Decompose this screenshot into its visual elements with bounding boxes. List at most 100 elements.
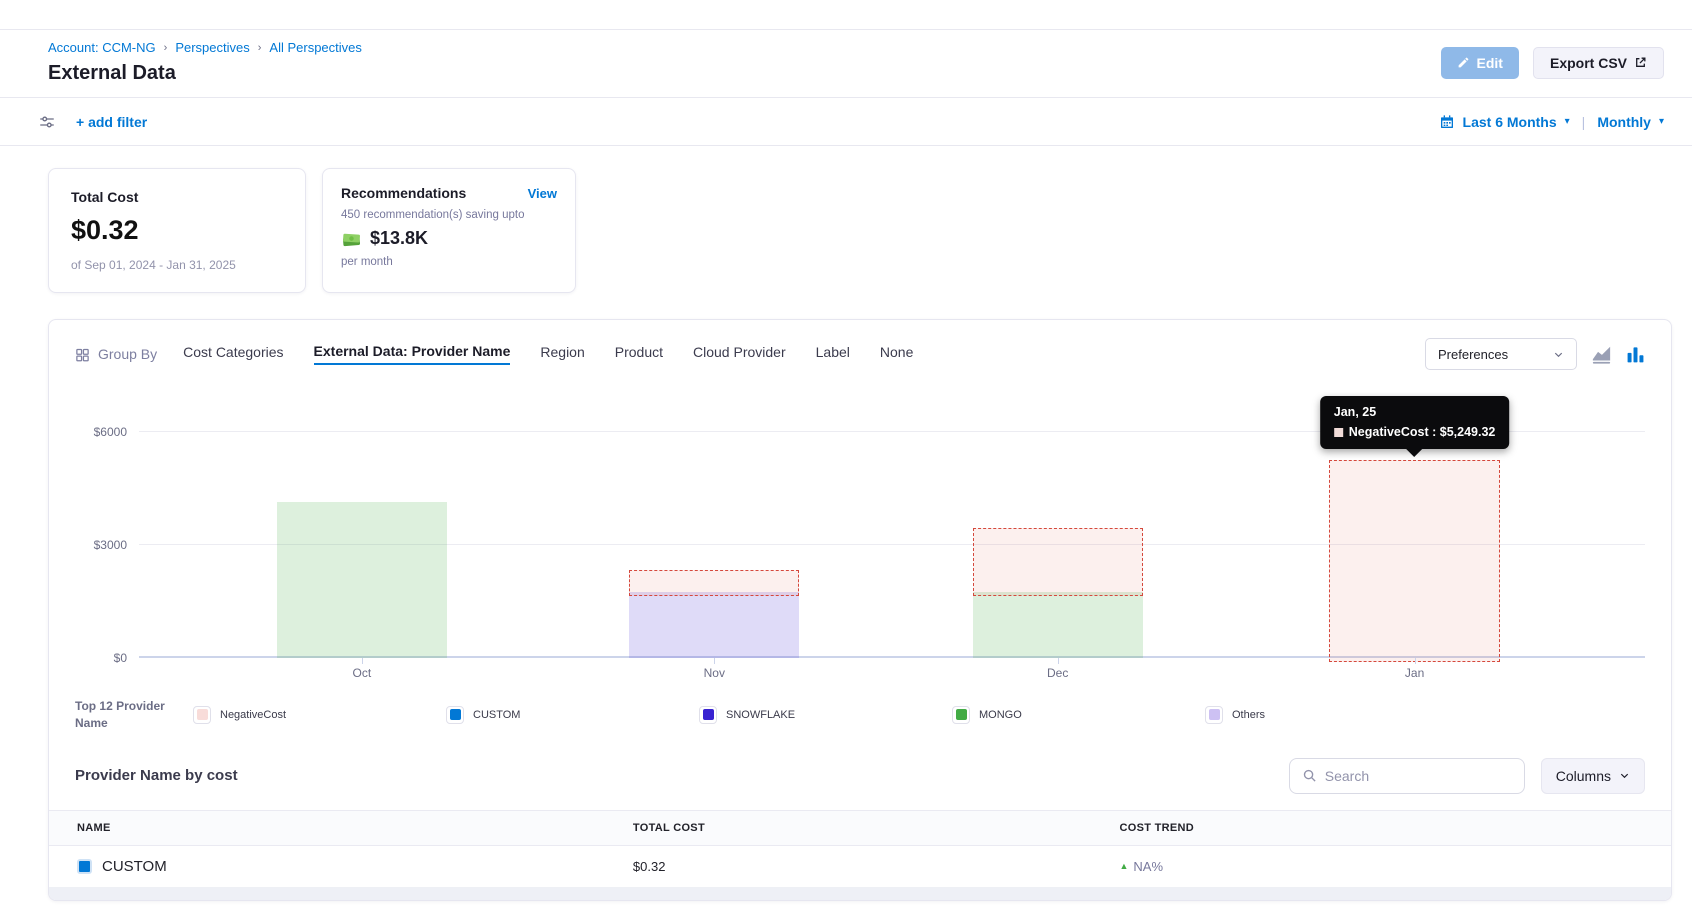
legend-swatch [193,706,211,724]
money-icon [341,230,362,248]
group-by-label: Group By [98,346,157,362]
legend-item[interactable]: CUSTOM [446,706,699,724]
search-input[interactable] [1325,768,1512,784]
group-by-tab[interactable]: None [880,344,913,364]
total-cost-card: Total Cost $0.32 of Sep 01, 2024 - Jan 3… [48,168,306,293]
group-by-tab[interactable]: Cost Categories [183,344,283,364]
area-chart-icon[interactable] [1591,345,1612,364]
page-title: External Data [48,62,362,85]
legend-item-label: NegativeCost [220,709,286,721]
recommendations-label: Recommendations [341,185,466,201]
recommendations-card: Recommendations View 450 recommendation(… [322,168,576,293]
cost-chart: Jan, 25 NegativeCost : $5,249.32 $6000$3… [75,398,1645,684]
table-row[interactable]: CUSTOM$0.32▲NA% [49,845,1671,887]
x-axis-label: Jan [1405,666,1424,680]
savings-value: $13.8K [370,228,428,249]
legend-swatch [699,706,717,724]
calendar-icon [1439,114,1455,130]
recommendations-subtitle: 450 recommendation(s) saving upto [341,209,557,221]
table-column-header[interactable]: COST TREND [1120,810,1672,845]
table-scroll-strip[interactable] [49,888,1671,900]
legend-item[interactable]: MONGO [952,706,1205,724]
tooltip-arrow [1407,449,1423,457]
chevron-down-icon[interactable]: ▾ [1659,116,1664,127]
tooltip-series-text: NegativeCost : $5,249.32 [1349,425,1496,439]
bar-chart-icon[interactable] [1626,345,1645,364]
export-csv-label: Export CSV [1550,55,1627,71]
page-header: Account: CCM-NG › Perspectives › All Perspec… [0,30,1692,98]
chart-bar-snowflake[interactable] [629,592,799,658]
y-axis-label: $0 [114,651,139,665]
legend-item[interactable]: Others [1205,706,1458,724]
edit-button[interactable]: Edit [1441,47,1519,79]
preferences-select[interactable]: Preferences [1425,338,1577,370]
chart-plot-area: Jan, 25 NegativeCost : $5,249.32 $6000$3… [139,398,1645,658]
provider-name: CUSTOM [77,858,633,875]
preferences-label: Preferences [1438,347,1508,362]
legend-item[interactable]: SNOWFLAKE [699,706,952,724]
cell-total-cost: $0.32 [633,845,1120,887]
search-icon [1302,768,1317,783]
export-csv-button[interactable]: Export CSV [1533,47,1664,79]
legend-swatch-fill [703,709,714,720]
provider-cost-table: NAMETOTAL COSTCOST TREND CUSTOM$0.32▲NA% [49,810,1671,888]
legend-swatch-fill [197,709,208,720]
summary-cards: Total Cost $0.32 of Sep 01, 2024 - Jan 3… [0,146,1692,293]
chart-bar-mongo[interactable] [973,592,1143,658]
x-axis-label: Dec [1047,666,1068,680]
columns-button[interactable]: Columns [1541,758,1645,794]
cell-cost-trend: ▲NA% [1120,845,1672,887]
table-header-row: NAMETOTAL COSTCOST TREND [49,810,1671,845]
negative-cost-overlay[interactable] [973,528,1143,596]
cost-trend: ▲NA% [1120,859,1672,874]
table-column-header[interactable]: TOTAL COST [633,810,1120,845]
granularity-select[interactable]: Monthly [1597,114,1651,130]
search-box [1289,758,1525,794]
pencil-icon [1457,56,1470,69]
table-body: CUSTOM$0.32▲NA% [49,845,1671,887]
chart-bar-mongo[interactable] [277,502,447,658]
table-title: Provider Name by cost [75,767,238,784]
legend-item[interactable]: NegativeCost [193,706,446,724]
group-by-tab[interactable]: Region [540,344,584,364]
negative-cost-overlay[interactable] [1329,460,1499,662]
total-cost-period: of Sep 01, 2024 - Jan 31, 2025 [71,258,283,272]
group-by-tab[interactable]: External Data: Provider Name [314,343,511,365]
chevron-down-icon [1619,770,1630,781]
group-by-row: Group By Cost Categories External Data: P… [49,336,1671,372]
add-filter-button[interactable]: + add filter [76,114,147,130]
view-recommendations-link[interactable]: View [528,186,557,201]
x-axis-label: Oct [353,666,372,680]
breadcrumb-link[interactable]: Account: CCM-NG [48,40,156,55]
legend-items: NegativeCost CUSTOMSNOWFLAKEMONGOOthers [193,706,1645,724]
edit-button-label: Edit [1477,55,1503,71]
chevron-down-icon[interactable]: ▾ [1565,116,1570,127]
breadcrumb-link[interactable]: Perspectives [175,40,249,55]
filter-tune-icon[interactable] [38,113,56,131]
table-column-header[interactable]: NAME [49,810,633,845]
columns-label: Columns [1556,768,1611,784]
filter-bar: + add filter Last 6 Months ▾ | Monthly ▾ [0,98,1692,146]
separator: | [1578,114,1590,130]
total-cost-value: $0.32 [71,215,283,246]
negative-cost-overlay[interactable] [629,570,799,597]
provider-swatch-icon [77,859,92,874]
tooltip-series-swatch [1334,428,1343,437]
time-range-select[interactable]: Last 6 Months [1463,114,1557,130]
breadcrumb-separator: › [164,42,168,54]
total-cost-label: Total Cost [71,189,283,205]
group-by-tab[interactable]: Label [816,344,850,364]
group-by-icon [75,347,90,362]
legend-swatch-fill [1209,709,1220,720]
tooltip-title: Jan, 25 [1334,405,1496,419]
cell-name: CUSTOM [49,845,633,887]
breadcrumb-separator: › [258,42,262,54]
group-by-tab[interactable]: Product [615,344,663,364]
chart-legend: Top 12 Provider Name NegativeCostCUSTOMS… [49,684,1671,742]
group-by-tab[interactable]: Cloud Provider [693,344,786,364]
legend-swatch-fill [450,709,461,720]
legend-swatch [1205,706,1223,724]
legend-swatch [952,706,970,724]
group-by-tabs: Cost Categories External Data: Provider N… [183,343,1425,365]
breadcrumb-link[interactable]: All Perspectives [269,40,361,55]
